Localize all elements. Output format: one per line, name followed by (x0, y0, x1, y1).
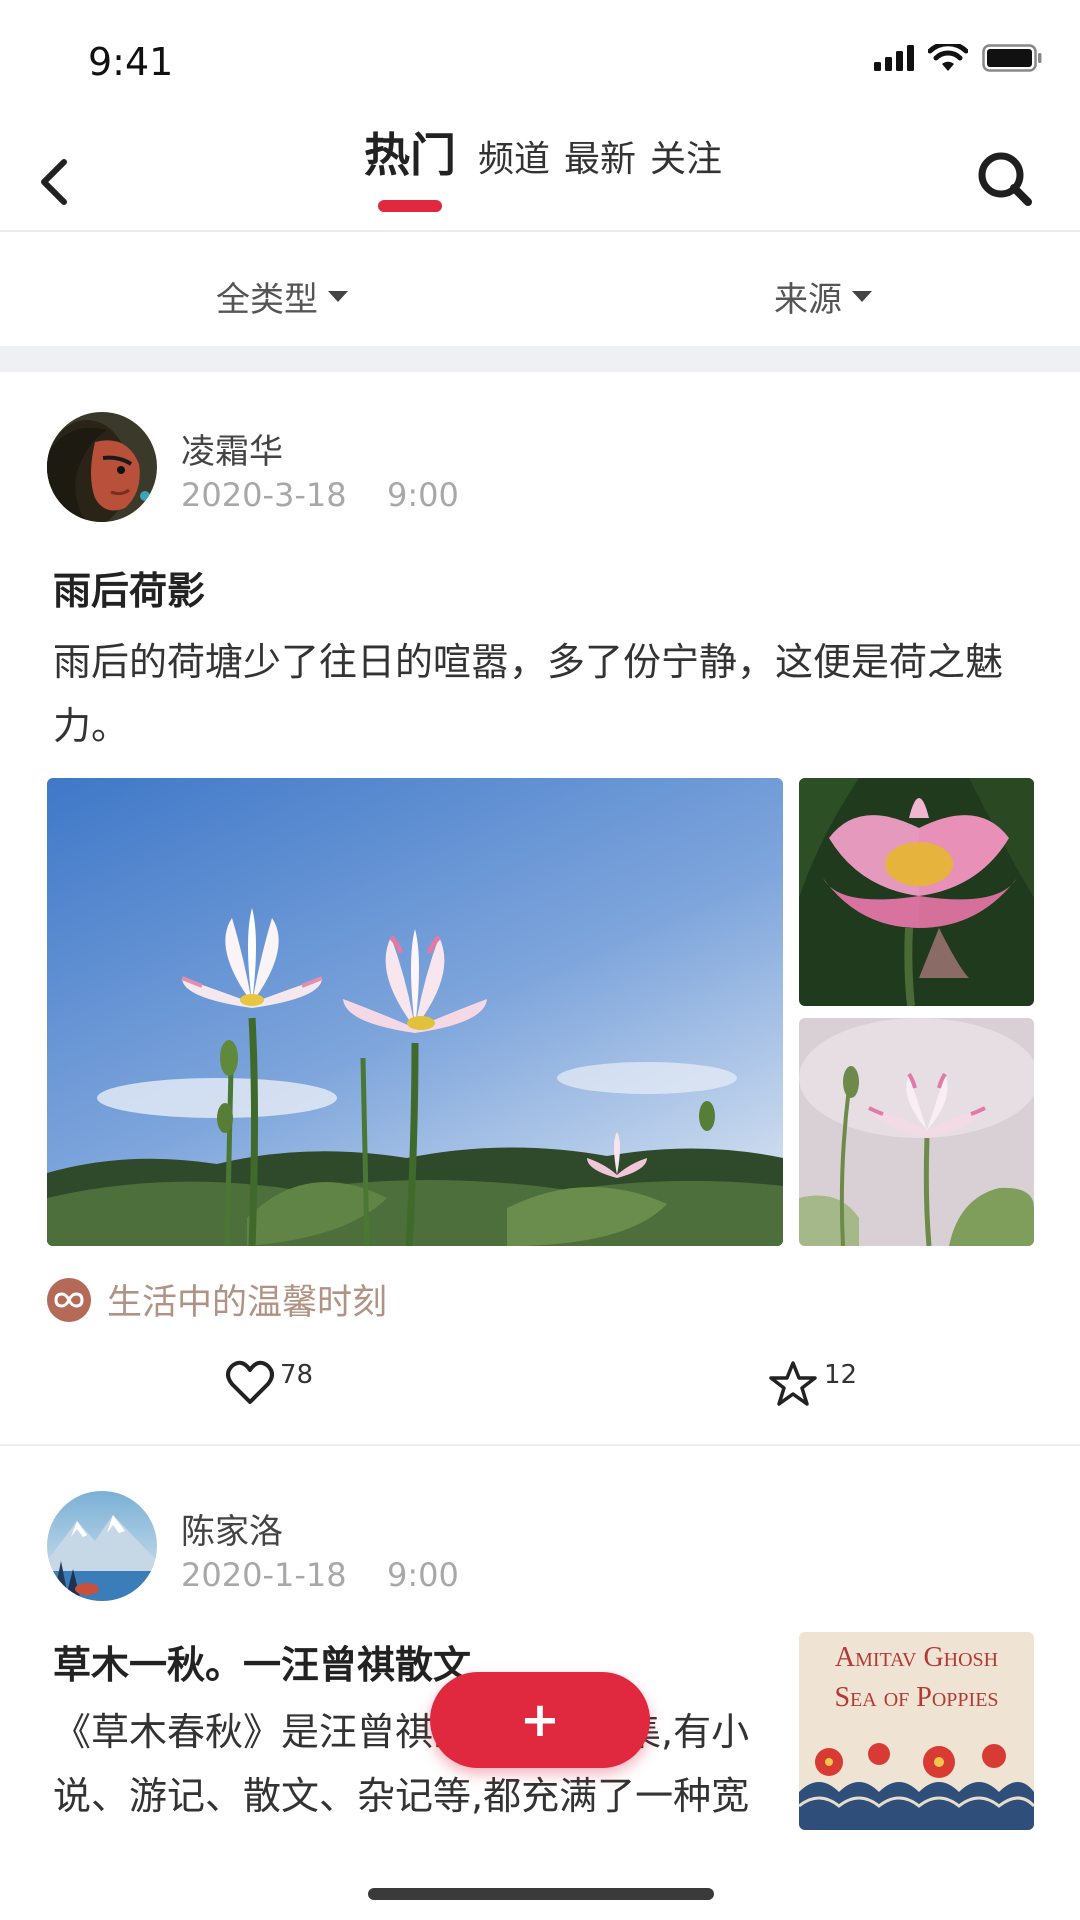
battery-icon (982, 44, 1042, 72)
heart-icon (226, 1360, 274, 1404)
avatar-image (47, 1491, 157, 1601)
post-body[interactable]: 雨后的荷塘少了往日的喧嚣，多了份宁静，这便是荷之魅力。 (53, 630, 1033, 758)
author-name[interactable]: 陈家洛 (181, 1504, 283, 1553)
chevron-left-icon (41, 159, 67, 205)
post-time: 9:00 (386, 1556, 459, 1594)
like-count: 78 (280, 1360, 314, 1390)
back-button[interactable] (32, 150, 82, 210)
caret-down-icon (328, 291, 348, 302)
tab-following[interactable]: 关注 (650, 142, 722, 178)
status-time: 9:41 (88, 40, 174, 84)
filter-bar: 全类型 来源 (0, 232, 1080, 344)
favorite-button[interactable]: 12 (768, 1360, 857, 1408)
topic-tag[interactable]: 生活中的温馨时刻 (47, 1274, 387, 1325)
author-name[interactable]: 凌霜华 (181, 424, 283, 473)
tab-bar: 热门 频道 最新 关注 (364, 132, 736, 212)
wave-flower-pattern (799, 1743, 1034, 1830)
star-icon (769, 1361, 817, 1406)
wifi-icon (928, 44, 968, 71)
post-time: 9:00 (386, 476, 459, 514)
post-datetime: 2020-3-18 9:00 (181, 476, 459, 514)
home-indicator[interactable] (368, 1888, 714, 1900)
topic-tag-label: 生活中的温馨时刻 (107, 1283, 388, 1323)
tab-channel[interactable]: 频道 (478, 142, 550, 178)
lotus-photo (47, 778, 783, 1246)
caret-down-icon (852, 291, 872, 302)
author-avatar[interactable] (47, 1491, 157, 1601)
book-author: Amitav Ghosh (834, 1642, 999, 1673)
infinity-chat-icon (54, 1291, 84, 1308)
topic-icon (47, 1277, 91, 1322)
type-filter-label: 全类型 (216, 280, 318, 320)
author-avatar[interactable] (47, 412, 157, 522)
book-cover-text: Amitav Ghosh Sea of Poppies (805, 1638, 1028, 1718)
post-thumbnail-image[interactable] (799, 778, 1034, 1006)
avatar-image (47, 412, 157, 522)
source-filter-label: 来源 (774, 280, 842, 320)
book-cover-image[interactable]: Amitav Ghosh Sea of Poppies (799, 1632, 1034, 1830)
post-separator (0, 1444, 1080, 1446)
cellular-signal-icon (874, 45, 914, 71)
type-filter-dropdown[interactable]: 全类型 (216, 272, 348, 321)
post-title[interactable]: 雨后荷影 (53, 560, 205, 615)
post-title[interactable]: 草木一秋。一汪曾祺散文 (53, 1634, 471, 1689)
post-datetime: 2020-1-18 9:00 (181, 1556, 459, 1594)
active-tab-indicator (378, 200, 442, 212)
post-date: 2020-1-18 (181, 1556, 347, 1594)
favorite-count: 12 (824, 1360, 858, 1390)
tab-hot-label: 热门 (364, 128, 456, 182)
status-icons (874, 44, 1042, 72)
like-button[interactable]: 78 (226, 1360, 313, 1406)
white-lotus-photo (799, 1018, 1034, 1246)
top-nav: 热门 频道 最新 关注 (0, 120, 1080, 232)
tab-latest[interactable]: 最新 (564, 142, 636, 178)
tab-hot[interactable]: 热门 (364, 132, 456, 212)
bottom-safe-area (0, 1830, 1080, 1920)
search-button[interactable] (974, 148, 1034, 208)
book-title: Sea of Poppies (834, 1682, 999, 1713)
create-post-button[interactable]: + (430, 1672, 650, 1768)
section-divider (0, 346, 1080, 372)
post-date: 2020-3-18 (181, 476, 347, 514)
source-filter-dropdown[interactable]: 来源 (774, 272, 872, 321)
post-thumbnail-image[interactable] (799, 1018, 1034, 1246)
post-body[interactable]: 《草木春秋》是汪曾祺的一个作品集,有小说、游记、散文、杂记等,都充满了一种宽和温… (53, 1700, 763, 1830)
pink-lotus-photo (799, 778, 1034, 1006)
post-main-image[interactable] (47, 778, 783, 1246)
search-icon (978, 152, 1032, 206)
